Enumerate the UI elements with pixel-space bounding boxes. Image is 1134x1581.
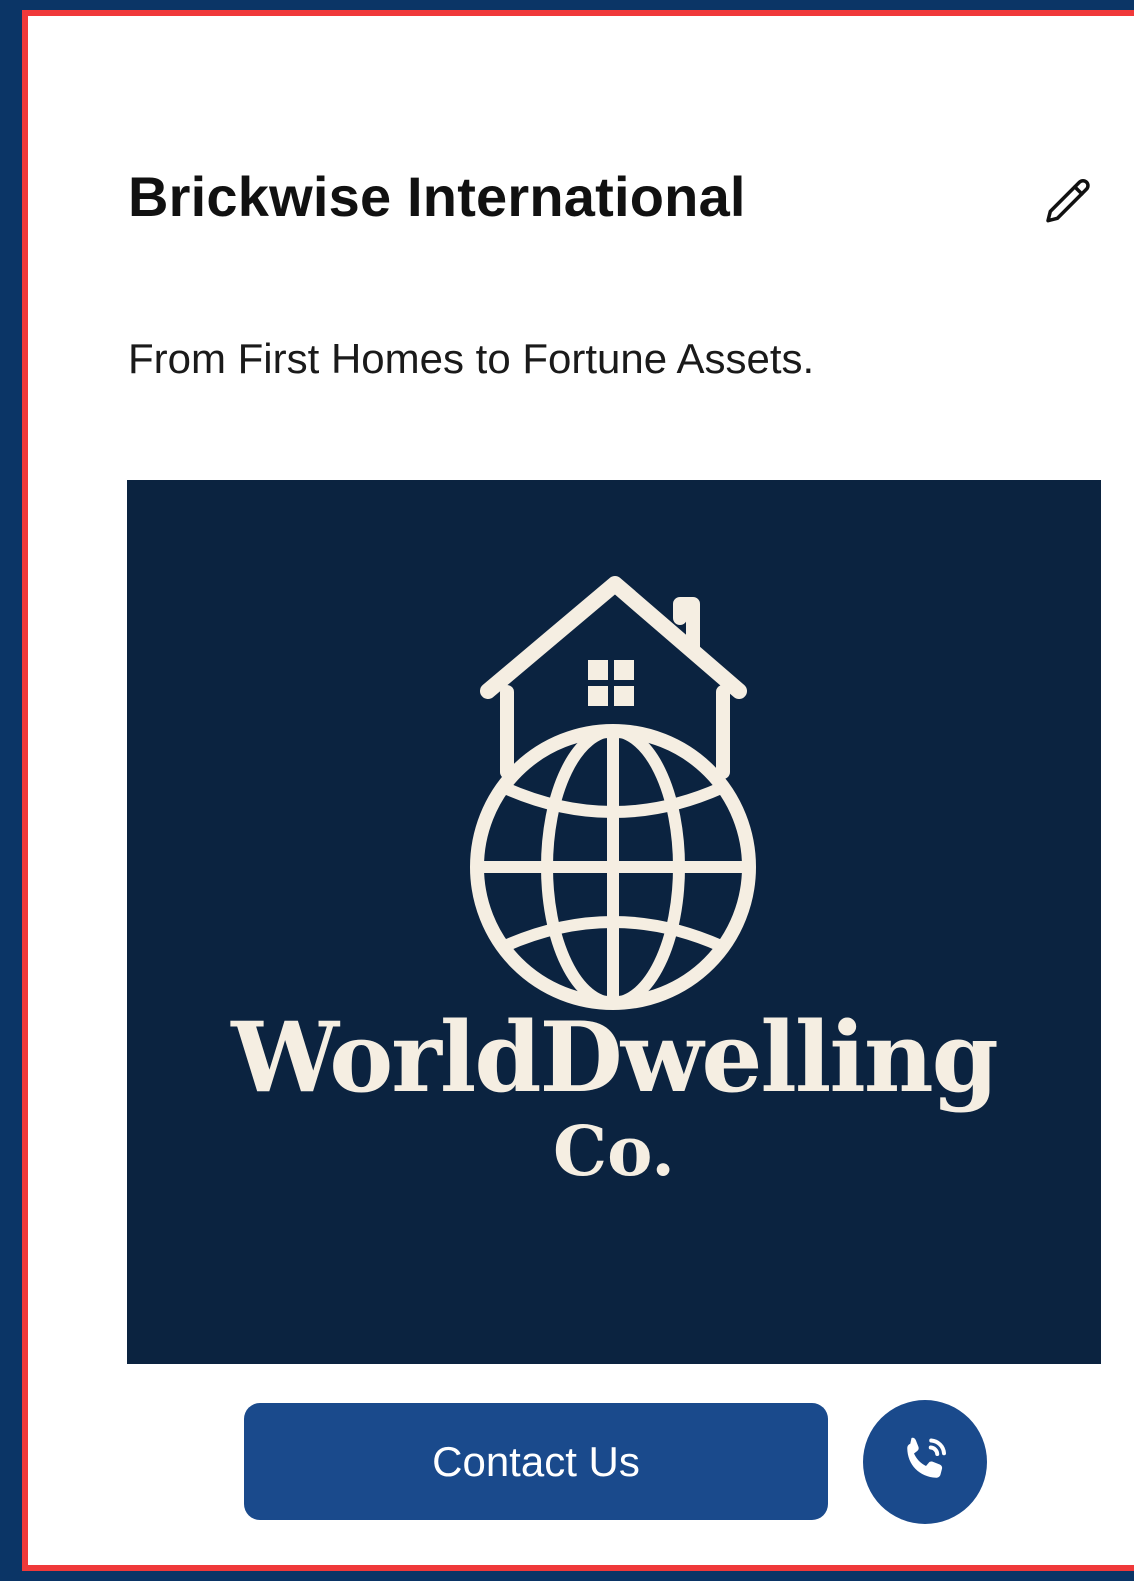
logo-suffix: Co.: [553, 1112, 675, 1192]
house-globe-icon: [470, 576, 756, 1010]
edit-button[interactable]: [1033, 168, 1105, 240]
company-card: Brickwise International From First Homes…: [22, 10, 1134, 1571]
company-name: Brickwise International: [128, 165, 746, 228]
company-tagline: From First Homes to Fortune Assets.: [128, 335, 815, 382]
pencil-icon: [1041, 174, 1097, 235]
logo-wordmark: WorldDwelling: [231, 1001, 998, 1114]
call-button[interactable]: [863, 1400, 987, 1524]
phone-ringing-icon: [895, 1430, 955, 1495]
company-logo: WorldDwelling Co.: [127, 480, 1101, 1364]
contact-us-button[interactable]: Contact Us: [244, 1403, 828, 1520]
